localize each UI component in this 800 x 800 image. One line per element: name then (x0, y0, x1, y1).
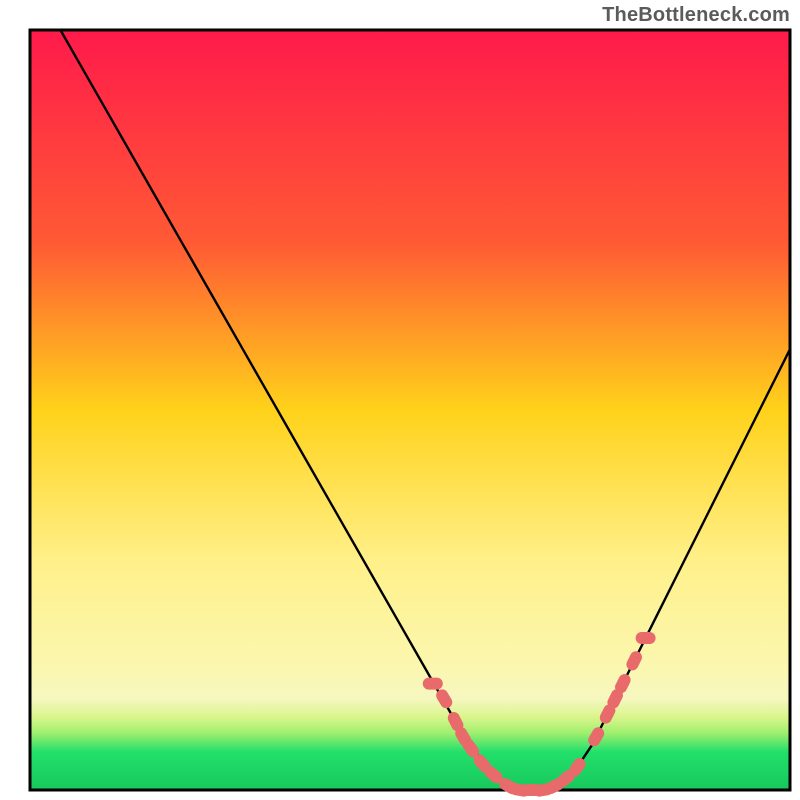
watermark-text: TheBottleneck.com (602, 4, 790, 27)
bottleneck-chart (0, 0, 800, 800)
chart-stage: TheBottleneck.com (0, 0, 800, 800)
